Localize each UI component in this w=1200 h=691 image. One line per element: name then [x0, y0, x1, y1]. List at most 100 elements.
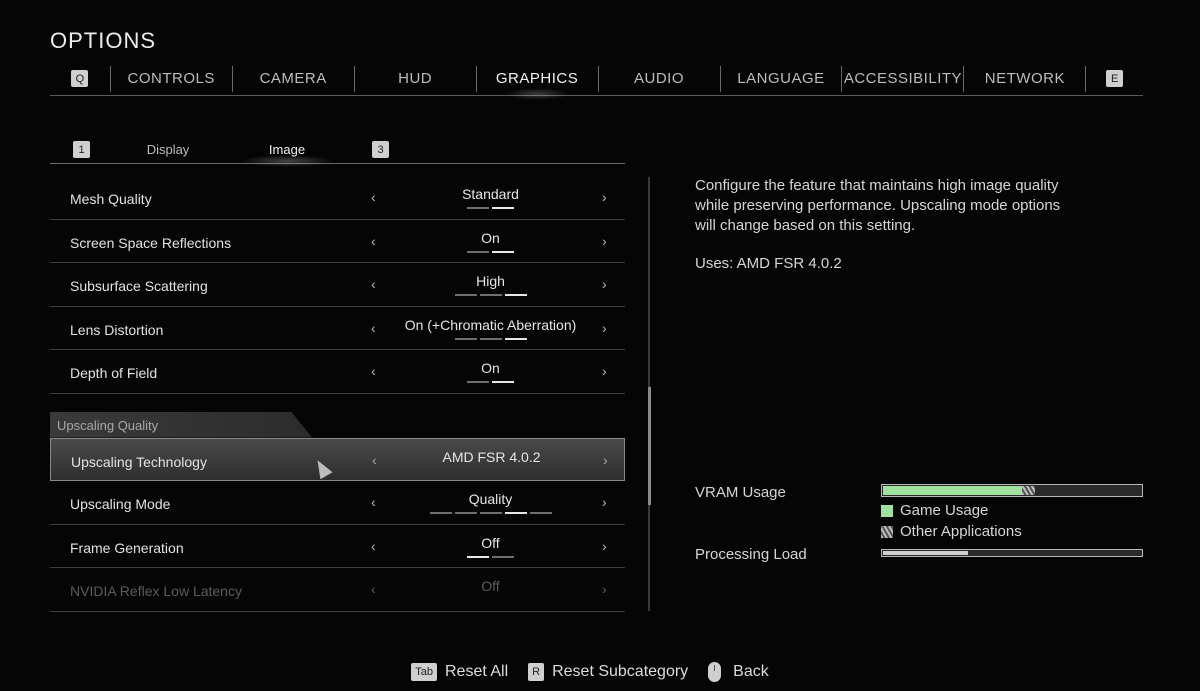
setting-row-nvidia-reflex-low-latency: NVIDIA Reflex Low Latency ‹ Off › [50, 568, 625, 612]
chevron-left-icon: ‹ [371, 581, 376, 597]
chevron-left-icon[interactable]: ‹ [371, 494, 376, 510]
vram-usage-label: VRAM Usage [695, 484, 786, 501]
option-pip [492, 250, 514, 253]
option-pip [454, 512, 477, 514]
option-pip [479, 294, 502, 296]
chevron-right-icon[interactable]: › [602, 494, 607, 510]
chevron-left-icon[interactable]: ‹ [371, 233, 376, 249]
tab-hud[interactable]: HUD [355, 66, 476, 92]
option-indicator [380, 555, 601, 558]
legend-other-label: Other Applications [900, 523, 1022, 540]
scrollbar-thumb[interactable] [648, 387, 651, 505]
setting-value: On (+Chromatic Aberration) [404, 316, 577, 333]
chevron-left-icon[interactable]: ‹ [371, 276, 376, 292]
reset-all-button[interactable]: Tab Reset All [411, 663, 508, 681]
option-indicator [380, 337, 601, 340]
section-header-upscaling-quality: Upscaling Quality [50, 411, 625, 438]
tab-controls[interactable]: CONTROLS [111, 66, 232, 92]
setting-label: Frame Generation [70, 539, 184, 556]
legend-game-usage: Game Usage [881, 502, 988, 519]
option-indicator [380, 207, 601, 209]
option-pip [504, 512, 527, 514]
section-title: Upscaling Quality [57, 417, 159, 433]
setting-label: Upscaling Technology [71, 453, 207, 470]
setting-label: Subsurface Scattering [70, 278, 208, 294]
setting-label: Upscaling Mode [70, 496, 171, 512]
tab-accessibility[interactable]: ACCESSIBILITY [842, 66, 963, 92]
chevron-left-icon[interactable]: ‹ [371, 538, 376, 554]
setting-row-lens-distortion[interactable]: Lens Distortion ‹ On (+Chromatic Aberratio… [50, 307, 625, 350]
option-pip [492, 207, 514, 209]
reset-all-label: Reset All [445, 663, 509, 680]
setting-row-subsurface-scattering[interactable]: Subsurface Scattering ‹ High › [50, 263, 625, 307]
vram-usage-bar [881, 484, 1143, 497]
other-apps-swatch [881, 525, 893, 538]
chevron-right-icon[interactable]: › [602, 233, 607, 249]
setting-value: Quality [468, 491, 513, 507]
setting-row-upscaling-technology[interactable]: Upscaling Technology ‹ AMD FSR 4.0.2 › [50, 437, 625, 481]
tab-language[interactable]: LANGUAGE [721, 66, 842, 92]
chevron-right-icon[interactable]: › [602, 320, 607, 336]
back-button[interactable]: Back [708, 662, 769, 682]
game-usage-swatch [881, 504, 893, 517]
setting-row-mesh-quality[interactable]: Mesh Quality ‹ Standard › [50, 176, 625, 220]
setting-value: On [481, 360, 500, 376]
mouse-cursor-icon [311, 456, 333, 479]
setting-value: AMD FSR 4.0.2 [442, 448, 541, 465]
prev-subtab-key[interactable]: 1 [73, 141, 90, 158]
setting-row-upscaling-mode[interactable]: Upscaling Mode ‹ Quality › [50, 481, 625, 525]
option-pip [454, 294, 477, 296]
tab-graphics[interactable]: GRAPHICS [477, 66, 598, 100]
subtab-display[interactable]: Display [108, 142, 228, 157]
chevron-right-icon[interactable]: › [602, 189, 607, 205]
option-indicator [380, 381, 601, 383]
setting-row-frame-generation[interactable]: Frame Generation ‹ Off › [50, 525, 625, 568]
next-subtab-key[interactable]: 3 [372, 141, 389, 158]
setting-uses: Uses: AMD FSR 4.0.2 [695, 255, 842, 272]
option-pip [479, 512, 502, 514]
legend-game-label: Game Usage [900, 502, 989, 519]
page-title: OPTIONS [50, 28, 157, 53]
tab-camera[interactable]: CAMERA [233, 66, 354, 92]
option-pip [504, 294, 527, 296]
settings-list: Mesh Quality ‹ Standard › Screen Space Refle… [50, 176, 625, 612]
setting-label: Screen Space Reflections [70, 234, 232, 251]
setting-value: High [476, 273, 505, 289]
vram-game-fill [883, 486, 1022, 495]
chevron-left-icon[interactable]: ‹ [371, 363, 376, 379]
legend-other-applications: Other Applications [881, 523, 1022, 540]
chevron-right-icon[interactable]: › [603, 452, 608, 468]
setting-value: Off [481, 578, 500, 594]
chevron-left-icon[interactable]: ‹ [372, 452, 377, 468]
option-pip [467, 250, 489, 253]
next-tab-key[interactable]: E [1106, 70, 1124, 87]
tab-audio[interactable]: AUDIO [599, 66, 720, 92]
option-pip [467, 555, 489, 558]
option-pip [504, 337, 527, 340]
setting-label: NVIDIA Reflex Low Latency [70, 583, 242, 599]
reset-subcategory-label: Reset Subcategory [552, 663, 689, 680]
chevron-right-icon[interactable]: › [602, 538, 607, 554]
chevron-left-icon[interactable]: ‹ [371, 320, 376, 336]
setting-row-depth-of-field[interactable]: Depth of Field ‹ On › [50, 350, 625, 394]
setting-value: Standard [462, 186, 519, 202]
prev-tab-key[interactable]: Q [71, 70, 89, 87]
chevron-left-icon[interactable]: ‹ [371, 189, 376, 205]
option-pip [467, 207, 489, 209]
option-indicator [380, 512, 601, 514]
option-pip [454, 337, 477, 340]
option-pip [429, 512, 452, 514]
setting-label: Depth of Field [70, 365, 158, 381]
option-pip [467, 381, 489, 383]
option-pip [492, 381, 514, 383]
setting-row-screen-space-reflections[interactable]: Screen Space Reflections ‹ On › [50, 220, 625, 263]
setting-value: On [481, 229, 500, 246]
reset-subcategory-button[interactable]: R Reset Subcategory [528, 663, 688, 681]
chevron-right-icon[interactable]: › [602, 276, 607, 292]
setting-label: Mesh Quality [70, 191, 152, 207]
chevron-right-icon[interactable]: › [602, 363, 607, 379]
option-indicator [380, 250, 601, 253]
tab-network[interactable]: NETWORK [964, 66, 1085, 92]
subtab-image[interactable]: Image [228, 142, 346, 167]
setting-value: Off [481, 534, 500, 551]
